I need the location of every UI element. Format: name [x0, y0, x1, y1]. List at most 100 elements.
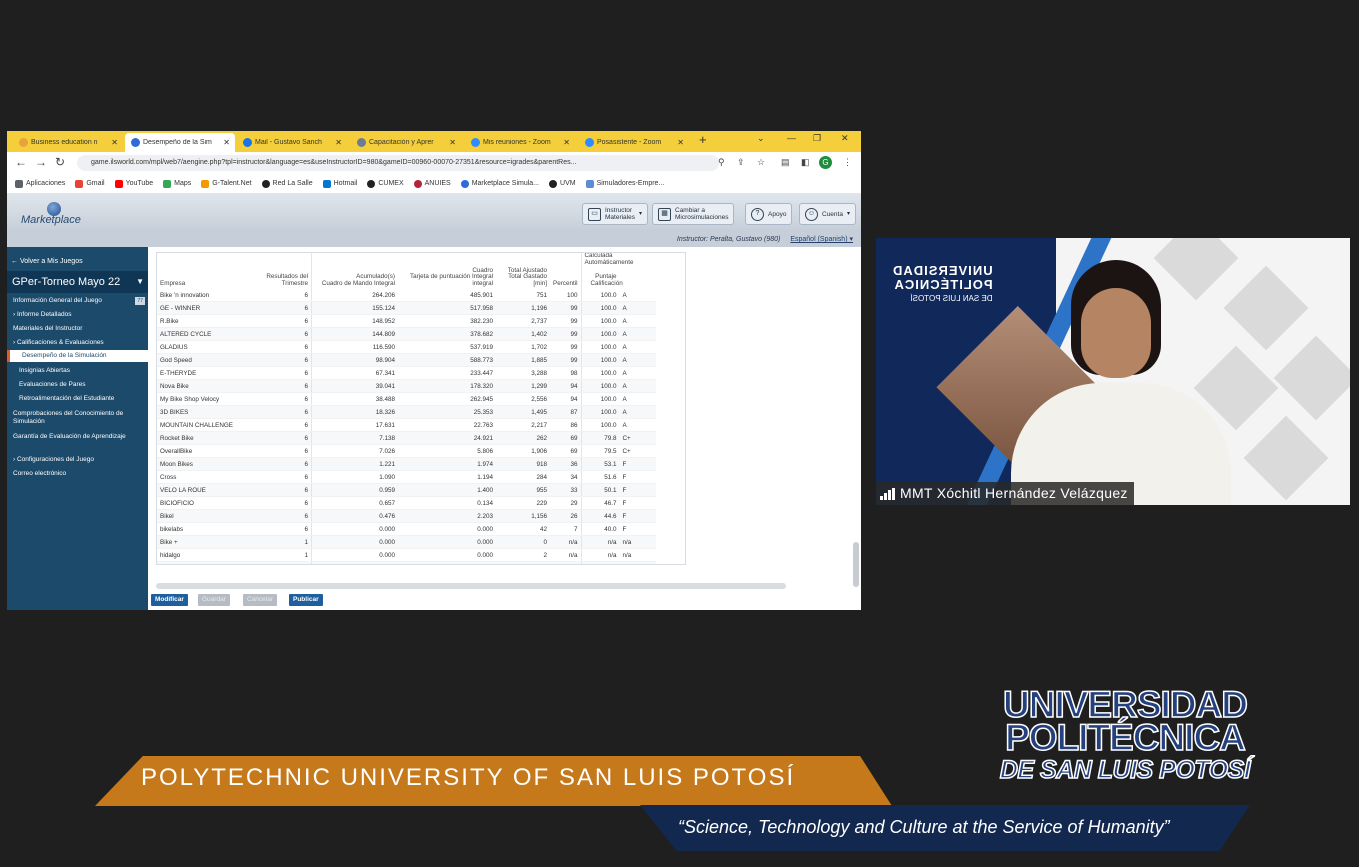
close-window-icon[interactable]: ✕: [841, 133, 849, 144]
table-cell: 6: [251, 314, 312, 328]
publish-button[interactable]: Publicar: [289, 594, 323, 606]
modify-button[interactable]: Modificar: [151, 594, 188, 606]
profile-avatar[interactable]: G: [819, 156, 832, 169]
video-tile[interactable]: UNIVERSIDAD POLITÉCNICA DE SAN LUIS POTO…: [876, 238, 1350, 505]
table-row[interactable]: ALTERED CYCLE 6 144.809 378.682 1,402 99 100.0…: [157, 327, 656, 341]
table-row[interactable]: Nova Bike 6 39.041 178.320 1,299 94 100.0 A: [157, 379, 656, 393]
sidebar-item-simulation-performance[interactable]: Desempeño de la Simulación: [7, 350, 148, 362]
table-row[interactable]: My Bike Shop Velocy 6 38.488 262.945 2,556 94…: [157, 392, 656, 406]
col-header-percentil[interactable]: Percentil: [550, 253, 581, 289]
bookmark[interactable]: Red La Salle: [261, 179, 313, 188]
bookmark[interactable]: Gmail: [75, 179, 105, 188]
table-row[interactable]: BICIOFICIO 6 0.657 0.134 229 29 46.7 F: [157, 496, 656, 510]
sidebar-item-instructor-materials[interactable]: Materiales del Instructor: [7, 325, 148, 333]
table-row[interactable]: R.Bike 6 148.952 382.230 2,737 99 100.0 A: [157, 314, 656, 328]
share-icon[interactable]: ⇪: [737, 157, 745, 168]
sidebar-item-knowledge-checks[interactable]: Comprobaciones del Conocimiento de Simul…: [7, 410, 148, 426]
col-header-gastado[interactable]: Total Ajustado Total Gastado [min]: [496, 253, 550, 289]
col-header-empresa[interactable]: Empresa: [157, 253, 251, 289]
switch-microsimulations-button[interactable]: ▦ Cambiar a Microsimulaciones: [652, 203, 735, 225]
bookmark[interactable]: UVM: [549, 179, 576, 188]
sidebar-item-student-feedback[interactable]: Retroalimentación del Estudiante: [7, 395, 148, 403]
table-row[interactable]: VELO LA ROUE 6 0.959 1.400 955 33 50.1 F: [157, 483, 656, 497]
sidebar-item-learning-assurance[interactable]: Garantía de Evaluación de Aprendizaje: [7, 433, 148, 441]
bookmark[interactable]: Marketplace Simula...: [460, 179, 539, 188]
table-row[interactable]: SICLO10.0000.00022n/an/an/a: [157, 561, 656, 564]
sidebar-item-grades[interactable]: › Calificaciones & Evaluaciones: [7, 339, 148, 347]
table-row[interactable]: Bikel 6 0.476 2.203 1,156 26 44.6 F: [157, 509, 656, 523]
table-cell: BICIOFICIO: [157, 496, 251, 510]
url-field[interactable]: game.ilsworld.com/mpl/web7/aengine.php?t…: [77, 155, 719, 171]
table-row[interactable]: Rocket Bike 6 7.138 24.921 262 69 79.8 C+: [157, 431, 656, 445]
browser-tab[interactable]: Business education n ✕: [13, 133, 123, 152]
close-icon[interactable]: ✕: [335, 138, 347, 147]
extension-icon[interactable]: ▤: [781, 157, 790, 168]
instructor-materials-button[interactable]: ▭ Instructor Materiales ▾: [582, 203, 648, 225]
bookmark[interactable]: ANUIES: [413, 179, 451, 188]
table-row[interactable]: E-THERYDE 6 67.341 233.447 3,288 98 100.0 A: [157, 366, 656, 380]
table-row[interactable]: 3D BIKES 6 18.326 25.353 1,495 87 100.0 A: [157, 405, 656, 419]
new-tab-button[interactable]: +: [699, 132, 707, 147]
forward-icon[interactable]: →: [35, 155, 47, 169]
marketplace-logo[interactable]: Marketplace: [21, 202, 101, 228]
table-cell: 38.488: [311, 392, 398, 406]
close-icon[interactable]: ✕: [449, 138, 461, 147]
search-icon[interactable]: ⚲: [718, 157, 725, 168]
close-icon[interactable]: ✕: [111, 138, 123, 147]
sidebar-item-game-info[interactable]: Información General del Juego 77: [7, 297, 148, 305]
browser-tab[interactable]: Mail - Gustavo Sanch ✕: [237, 133, 347, 152]
browser-tab-active[interactable]: Desempeño de la Sim ✕: [125, 133, 235, 152]
sidebar-item-detailed-reports[interactable]: › Informe Detallados: [7, 311, 148, 319]
col-header-cuadro[interactable]: Cuadro Tarjeta de puntuación Integral int…: [398, 253, 496, 289]
bookmark[interactable]: Aplicaciones: [15, 179, 65, 188]
game-selector[interactable]: GPer-Torneo Mayo 22 ▼: [7, 271, 148, 293]
horizontal-scrollbar[interactable]: [156, 583, 786, 589]
sidebar-item-email[interactable]: Correo electrónico: [7, 470, 148, 478]
language-link[interactable]: Español (Spanish) ▾: [790, 236, 853, 243]
table-row[interactable]: GE - WINNER 6 155.124 517.958 1,196 99 100.0 A: [157, 301, 656, 315]
browser-tab[interactable]: Posasistente - Zoom ✕: [579, 133, 689, 152]
close-icon[interactable]: ✕: [563, 138, 575, 147]
table-row[interactable]: OverallBike 6 7.026 5.806 1,906 69 79.5 C+: [157, 444, 656, 458]
cancel-button[interactable]: Cancelar: [243, 594, 278, 606]
table-row[interactable]: GLADIUS 6 116.590 537.919 1,702 99 100.0 A: [157, 340, 656, 354]
minimize-icon[interactable]: —: [787, 133, 796, 143]
account-button[interactable]: ☺ Cuenta ▾: [799, 203, 856, 225]
bookmark[interactable]: CUMEX: [367, 179, 404, 188]
sidepanel-icon[interactable]: ◧: [801, 157, 810, 168]
browser-tab[interactable]: Mis reuniones - Zoom ✕: [465, 133, 575, 152]
browser-tab[interactable]: Capacitación y Aprer ✕: [351, 133, 461, 152]
bookmark[interactable]: Simuladores-Empre...: [585, 179, 664, 188]
table-row[interactable]: Cross 6 1.090 1.194 284 34 51.6 F: [157, 470, 656, 484]
sidebar-item-open-badges[interactable]: Insignias Abiertas: [7, 367, 148, 375]
close-icon[interactable]: ✕: [223, 138, 235, 147]
col-header-resultados[interactable]: Resultados del Trimestre: [251, 253, 312, 289]
back-to-games-link[interactable]: ← Volver a Mis Juegos: [11, 258, 83, 265]
bookmark[interactable]: YouTube: [114, 179, 153, 188]
menu-icon[interactable]: ⋮: [843, 157, 852, 168]
bookmark[interactable]: G-Talent.Net: [201, 179, 252, 188]
tab-search-icon[interactable]: ⌄: [757, 133, 765, 144]
vertical-scrollbar[interactable]: [853, 542, 859, 587]
col-header-acumulado[interactable]: Acumulado(s) Cuadro de Mando Integral: [312, 253, 399, 289]
reload-icon[interactable]: ↻: [55, 155, 65, 169]
close-icon[interactable]: ✕: [677, 138, 689, 147]
table-row[interactable]: Moon Bikes 6 1.221 1.974 918 36 53.1 F: [157, 457, 656, 471]
star-icon[interactable]: ☆: [757, 157, 765, 168]
col-header-calificacion[interactable]: Calificación: [591, 280, 623, 287]
maximize-icon[interactable]: ❐: [813, 133, 821, 144]
table-cell: GE - WINNER: [157, 301, 251, 315]
sidebar-item-game-settings[interactable]: › Configuraciones del Juego: [7, 456, 148, 464]
save-button[interactable]: Guardar: [198, 594, 230, 606]
sidebar-item-peer-evaluations[interactable]: Evaluaciones de Pares: [7, 381, 148, 389]
support-button[interactable]: ? Apoyo: [745, 203, 793, 225]
table-row[interactable]: Bike +1 0.000 0.000 0 n/a n/a n/a: [157, 535, 656, 549]
back-icon[interactable]: ←: [15, 155, 27, 169]
table-row[interactable]: hidalgo 1 0.000 0.000 2 n/a n/a n/a: [157, 548, 656, 562]
table-row[interactable]: bikelabs 6 0.000 0.000 42 7 40.0 F: [157, 522, 656, 536]
table-row[interactable]: Bike 'n innovation 6 264.206 485.901 751 100 1…: [157, 289, 656, 302]
bookmark[interactable]: Hotmail: [322, 179, 357, 188]
bookmark[interactable]: Maps: [163, 179, 191, 188]
table-row[interactable]: MOUNTAIN CHALLENGE 6 17.631 22.763 2,217 86 10…: [157, 418, 656, 432]
table-row[interactable]: God Speed 6 98.904 588.773 1,885 99 100.0 A: [157, 353, 656, 367]
